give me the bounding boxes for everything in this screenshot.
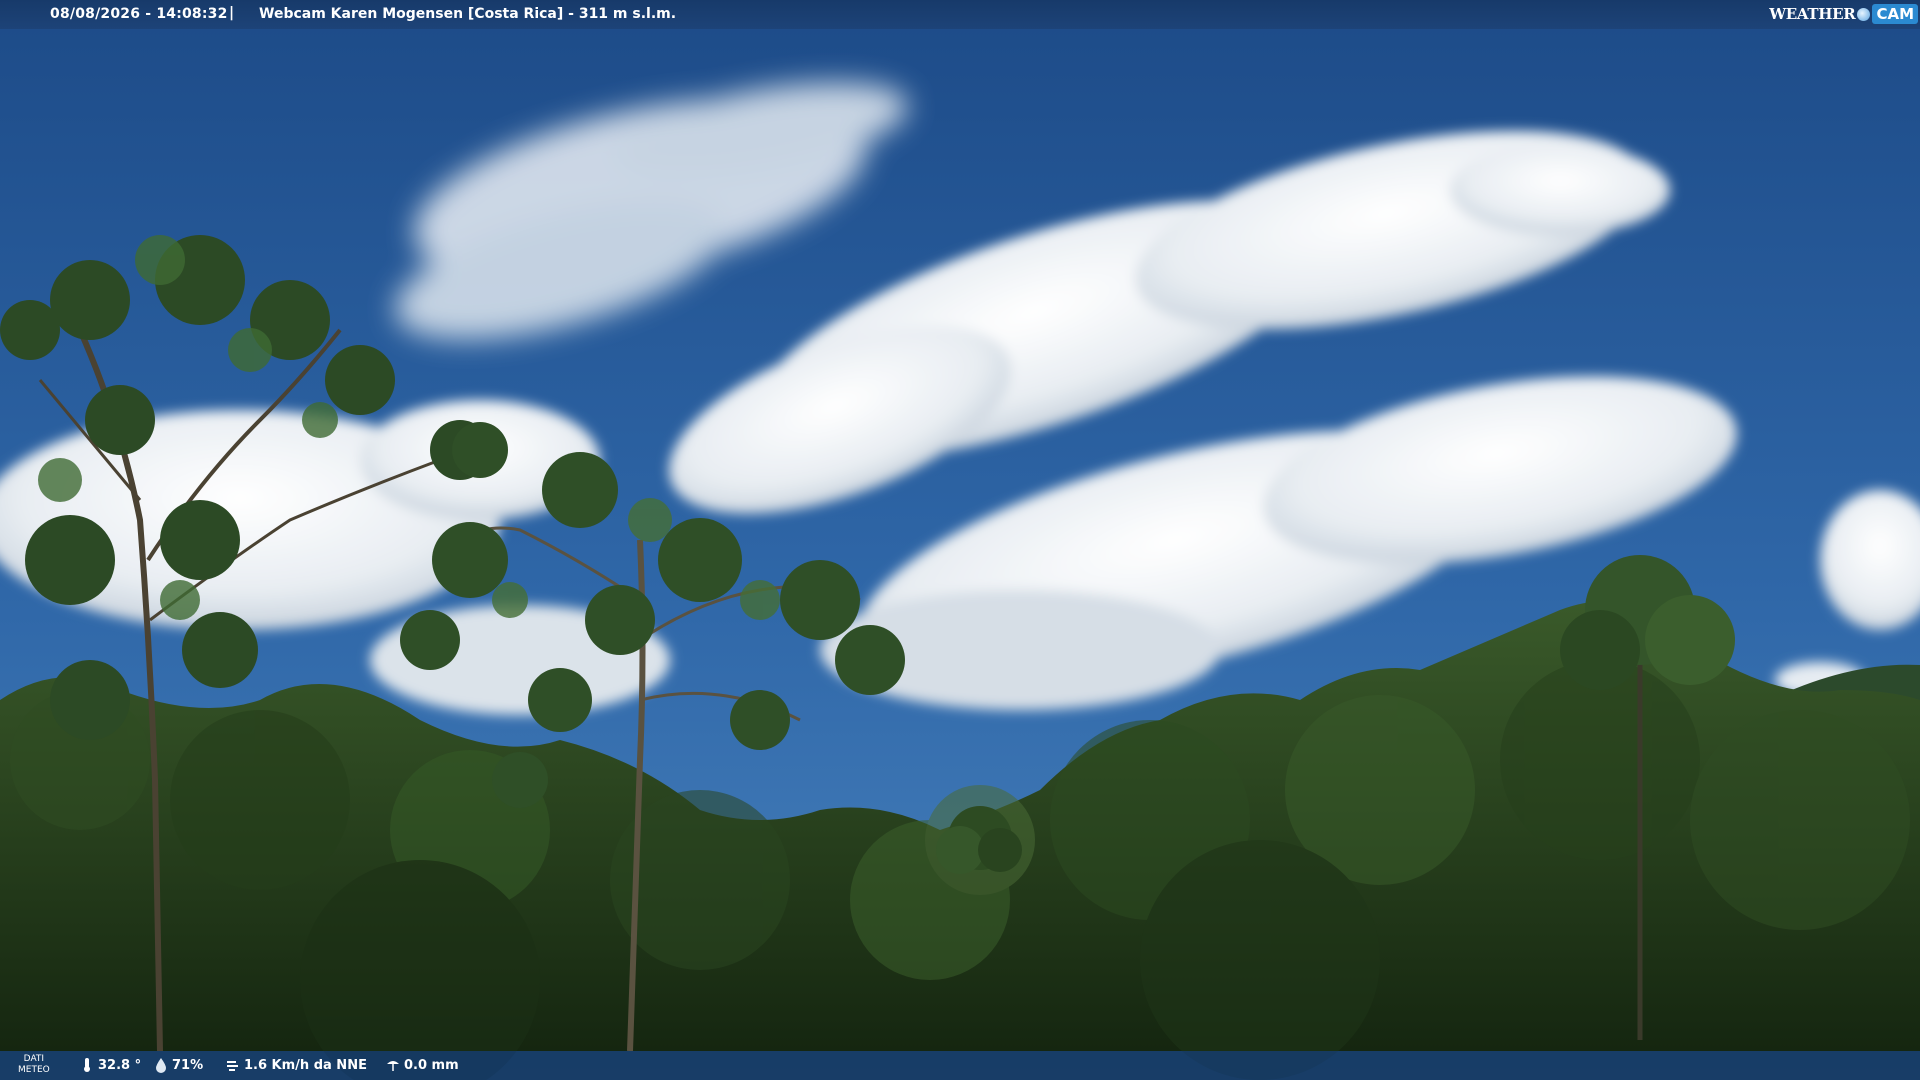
webcam-title: Webcam Karen Mogensen [Costa Rica] - 311… [259, 6, 677, 22]
wind-value: 1.6 Km/h da NNE [244, 1057, 367, 1073]
rain-reading: 0.0 mm [386, 1057, 459, 1073]
weather-data-label: DATI METEO [18, 1054, 50, 1075]
thermometer-icon [84, 1058, 90, 1072]
temperature-value: 32.8 ° [98, 1057, 142, 1073]
timestamp: 08/08/2026 - 14:08:32 [50, 6, 228, 22]
info-header-bar: 08/08/2026 - 14:08:32 | Webcam Karen Mog… [0, 0, 1920, 29]
temperature-reading: 32.8 ° [80, 1057, 141, 1073]
webcam-scene [0, 0, 1920, 1080]
humidity-value: 71% [172, 1057, 204, 1073]
wind-reading: 1.6 Km/h da NNE [226, 1057, 367, 1073]
humidity-reading: 71% [154, 1057, 203, 1073]
logo-globe-icon [1857, 7, 1871, 21]
wind-icon [227, 1061, 238, 1071]
rain-value: 0.0 mm [404, 1057, 459, 1073]
humidity-drop-icon [156, 1058, 166, 1073]
logo-cam-text: CAM [1872, 4, 1918, 24]
weather-data-bar: DATI METEO 32.8 ° 71% 1.6 Km/h da NNE 0.… [0, 1051, 1920, 1080]
header-separator: | [229, 5, 235, 21]
rain-gauge-icon [387, 1061, 399, 1071]
logo-weather-text: WEATHER [1769, 5, 1856, 23]
weathercam-logo[interactable]: WEATHER CAM [1769, 2, 1918, 26]
